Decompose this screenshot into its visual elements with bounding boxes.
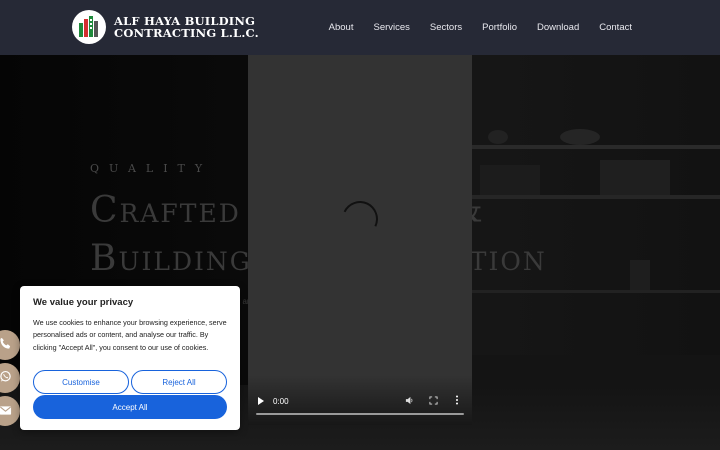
hero-headline-line1-start: Crafted [90, 190, 241, 231]
whatsapp-icon [0, 370, 12, 386]
nav-about[interactable]: About [329, 22, 354, 33]
cookie-consent-banner: We value your privacy We use cookies to … [20, 286, 240, 430]
volume-icon[interactable] [402, 396, 416, 407]
reject-all-button[interactable]: Reject All [131, 370, 227, 394]
video-time: 0:00 [273, 396, 289, 406]
cookie-secondary-actions: Customise Reject All [33, 370, 227, 394]
video-player[interactable]: 0:00 [248, 55, 472, 425]
mail-icon [0, 404, 12, 419]
brand-name-line2: CONTRACTING L.L.C. [114, 26, 259, 40]
video-controls-row: 0:00 [256, 393, 464, 409]
customise-button[interactable]: Customise [33, 370, 129, 394]
brand-logo[interactable]: ALF HAYA BUILDING CONTRACTING L.L.C. [72, 10, 259, 44]
main-nav: About Services Sectors Portfolio Downloa… [309, 0, 632, 55]
brand-name: ALF HAYA BUILDING CONTRACTING L.L.C. [114, 15, 259, 39]
hero-headline-line2-start: Building [90, 238, 252, 279]
building-logo-icon [72, 10, 106, 44]
nav-services[interactable]: Services [373, 22, 409, 33]
loading-spinner-icon [336, 195, 384, 243]
nav-contact[interactable]: Contact [599, 22, 632, 33]
nav-sectors[interactable]: Sectors [430, 22, 462, 33]
cookie-title: We value your privacy [33, 297, 134, 308]
hero-eyebrow: QUALITY [90, 162, 213, 175]
hero-headline-line2-end: tion [469, 238, 547, 279]
site-header: ALF HAYA BUILDING CONTRACTING L.L.C. Abo… [0, 0, 720, 55]
fullscreen-icon[interactable] [426, 395, 440, 407]
phone-icon [0, 337, 12, 353]
more-options-icon[interactable] [450, 395, 464, 407]
video-controls: 0:00 [248, 375, 472, 425]
accept-all-button[interactable]: Accept All [33, 395, 227, 419]
nav-portfolio[interactable]: Portfolio [482, 22, 517, 33]
play-icon[interactable] [258, 397, 264, 405]
nav-download[interactable]: Download [537, 22, 579, 33]
video-progress-bar[interactable] [256, 413, 464, 415]
cookie-description: We use cookies to enhance your browsing … [33, 318, 227, 352]
